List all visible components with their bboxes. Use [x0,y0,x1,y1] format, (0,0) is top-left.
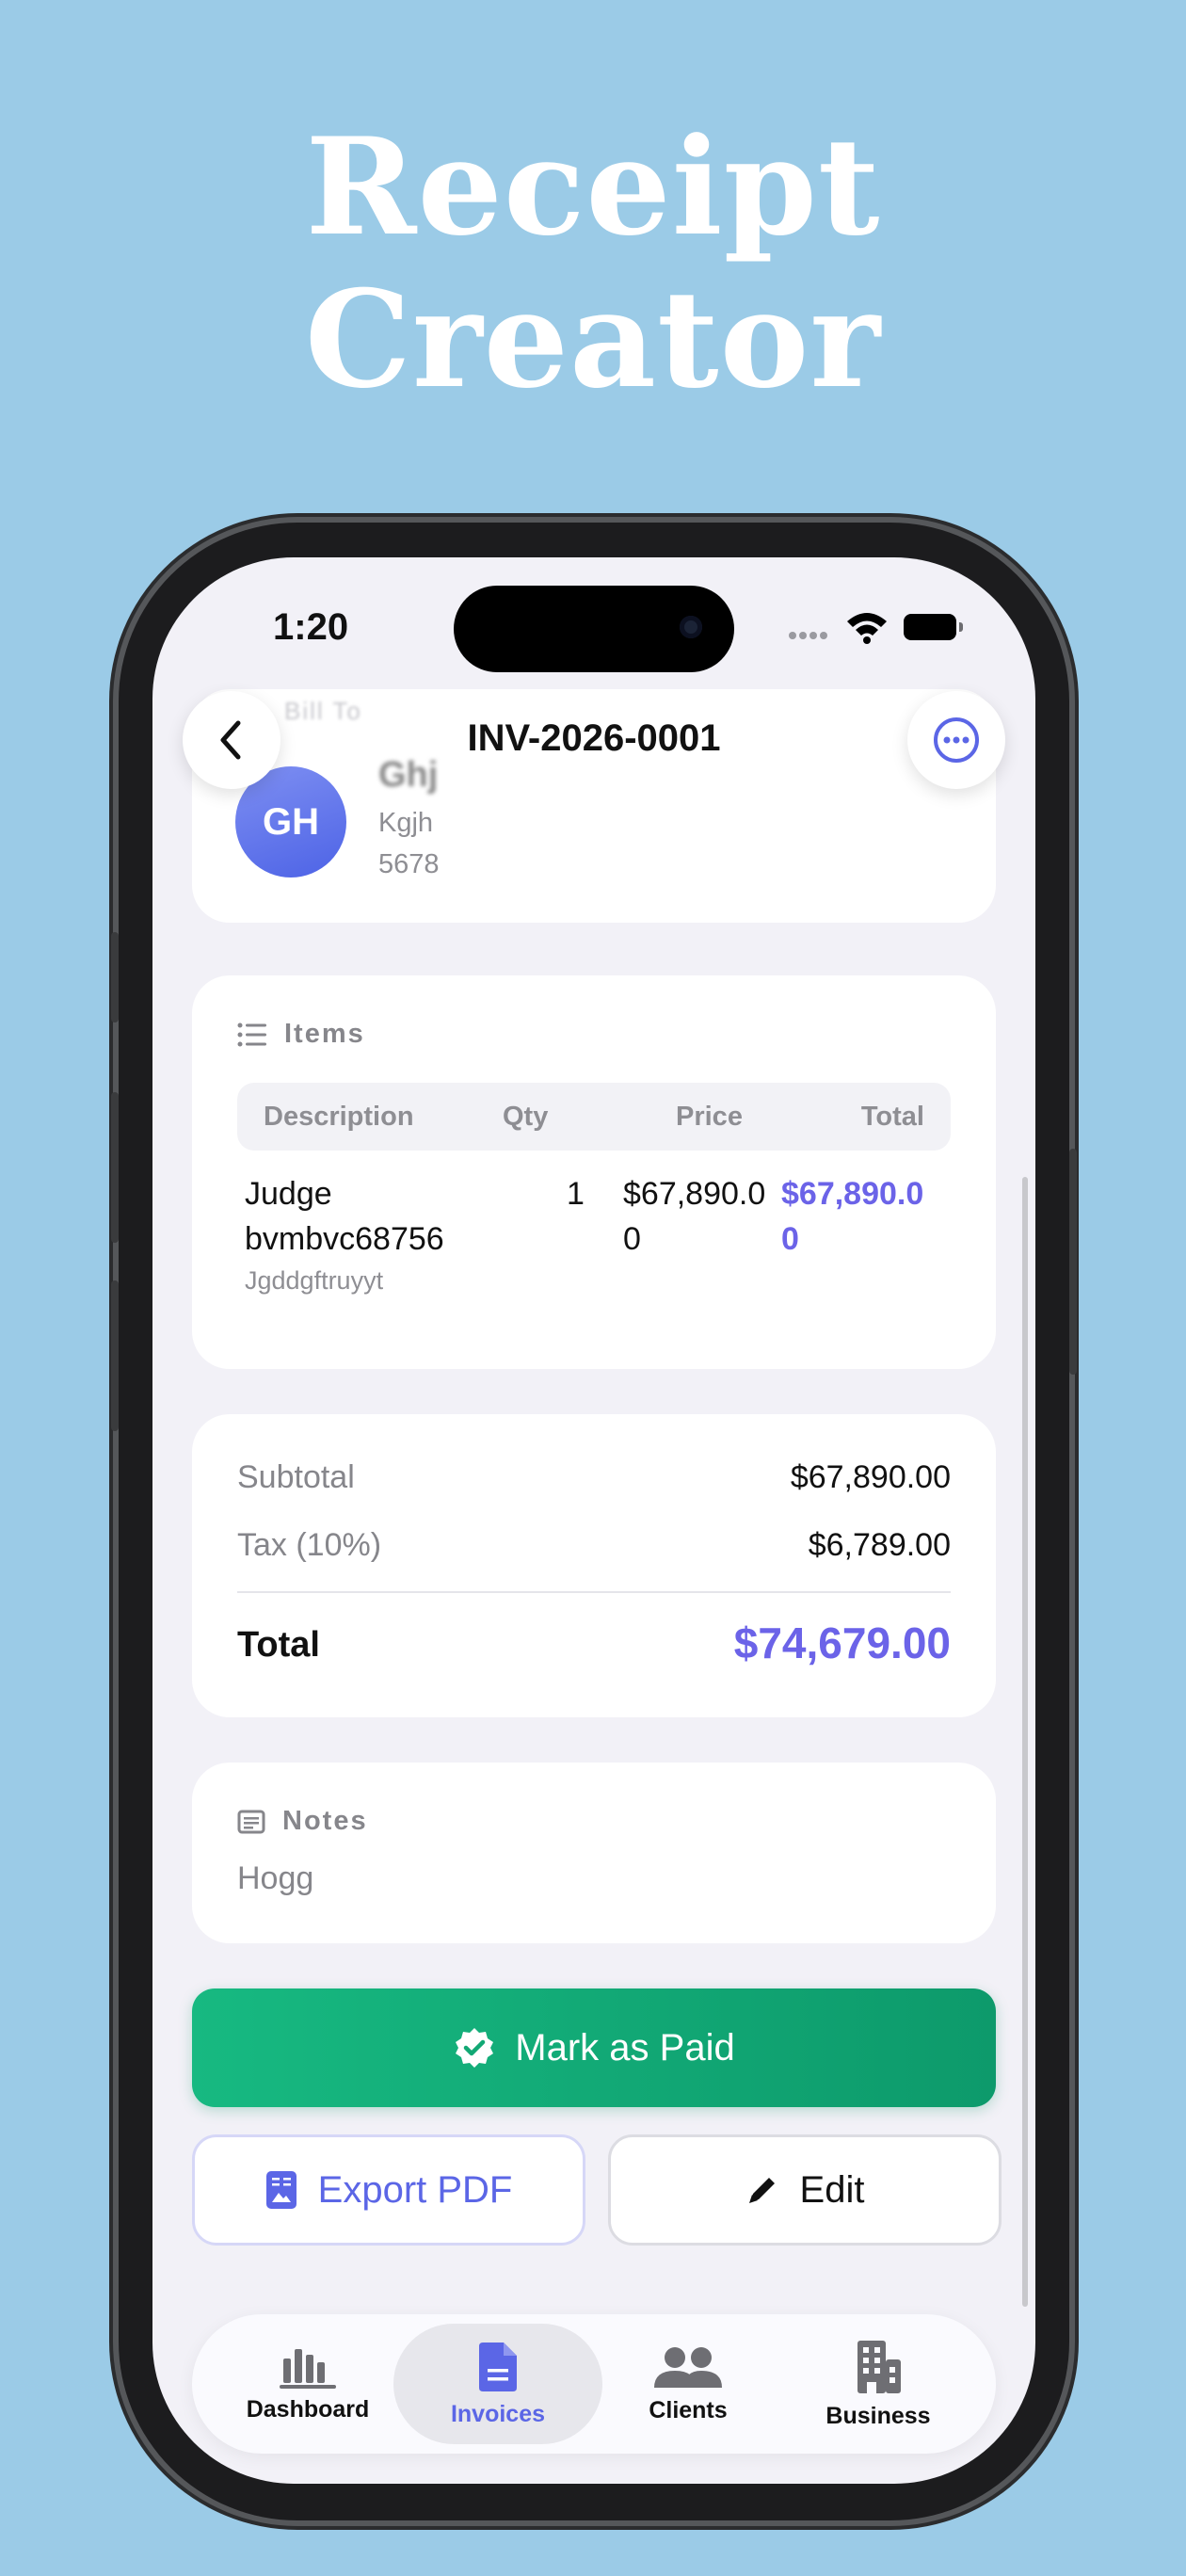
tab-dashboard-label: Dashboard [246,2395,370,2423]
tab-clients[interactable]: Clients [589,2314,787,2454]
notes-section-header: Notes [237,1806,368,1837]
edit-label: Edit [799,2168,865,2211]
tab-invoices[interactable]: Invoices [399,2314,597,2454]
item-name-line2: bvmbvc68756 [245,1221,444,1257]
client-line2: 5678 [378,849,440,879]
status-bar: 1:20 [152,557,1035,689]
note-icon [237,1810,265,1833]
tax-label: Tax (10%) [237,1527,382,1563]
tab-business-label: Business [825,2402,931,2429]
subtotal-label: Subtotal [237,1459,355,1495]
tab-bar: Dashboard Invoices Clients Business [192,2314,996,2454]
pencil-icon [748,2178,775,2203]
phone-action-button [111,932,119,1022]
pdf-document-icon [265,2171,296,2209]
total-value: $74,679.00 [733,1618,951,1667]
summary-divider [237,1591,951,1593]
notes-card: Notes Hogg [192,1763,996,1943]
promo-headline-line1: Receipt [305,109,881,266]
list-icon [237,1022,266,1046]
item-price-line2: 0 [623,1221,641,1257]
notes-section-label: Notes [282,1806,368,1836]
phone-power-button [1069,1149,1077,1375]
tab-invoices-label: Invoices [450,2400,546,2427]
more-options-button[interactable] [907,691,1005,789]
front-camera [680,616,702,638]
col-qty: Qty [503,1102,549,1132]
checkmark-seal-icon [456,2028,494,2068]
mark-as-paid-label: Mark as Paid [515,2026,735,2069]
mark-as-paid-button[interactable]: Mark as Paid [192,1988,996,2107]
item-total: $67,890.0 0 [781,1171,923,1262]
tab-clients-label: Clients [649,2396,728,2423]
ellipsis-circle-icon [934,717,979,763]
subtotal-value: $67,890.00 [790,1459,951,1495]
status-time: 1:20 [273,606,349,648]
export-pdf-button[interactable]: Export PDF [192,2134,585,2246]
cellular-signal-icon [789,627,830,644]
tab-business[interactable]: Business [779,2314,977,2454]
items-section-label: Items [284,1019,365,1049]
items-section-header: Items [237,1019,365,1050]
building-icon [857,2340,901,2393]
chart-bar-icon [280,2348,336,2389]
col-price: Price [676,1102,743,1132]
export-pdf-label: Export PDF [317,2168,513,2211]
item-qty: 1 [567,1176,585,1212]
tax-value: $6,789.00 [808,1527,951,1563]
item-name-line1: Judge [245,1176,332,1212]
col-total: Total [860,1102,924,1132]
item-total-line2: 0 [781,1221,799,1257]
promo-headline-line2: Creator [304,262,882,418]
edit-button[interactable]: Edit [608,2134,1002,2246]
client-line1: Kgjh [378,808,434,838]
people-icon [654,2346,722,2388]
items-card: Items Description Qty Price Total Judge … [192,975,996,1369]
tab-dashboard[interactable]: Dashboard [209,2314,407,2454]
app-screen: 1:20 GH Ghj Kgjh 5678 Bill To INV-2026-0… [152,557,1035,2484]
wifi-icon [847,613,887,644]
items-table-header: Description Qty Price Total [237,1083,951,1151]
battery-icon [904,614,963,640]
item-price: $67,890.0 0 [623,1171,765,1262]
notes-text: Hogg [237,1860,314,1896]
phone-volume-up [111,1092,119,1243]
invoice-number-title: INV-2026-0001 [467,717,721,759]
item-subtitle: Jgddgftruyyt [245,1266,384,1295]
total-label: Total [237,1625,320,1665]
document-icon [479,2342,517,2391]
col-description: Description [264,1102,414,1132]
phone-volume-down [111,1280,119,1431]
item-price-line1: $67,890.0 [623,1176,766,1212]
scrollbar[interactable] [1022,1177,1028,2307]
item-total-line1: $67,890.0 [781,1176,924,1212]
item-name: Judge bvmbvc68756 [245,1171,444,1262]
client-name: Ghj [378,755,439,795]
summary-card: Subtotal $67,890.00 Tax (10%) $6,789.00 … [192,1414,996,1717]
promo-headline: Receipt Creator [0,111,1186,416]
